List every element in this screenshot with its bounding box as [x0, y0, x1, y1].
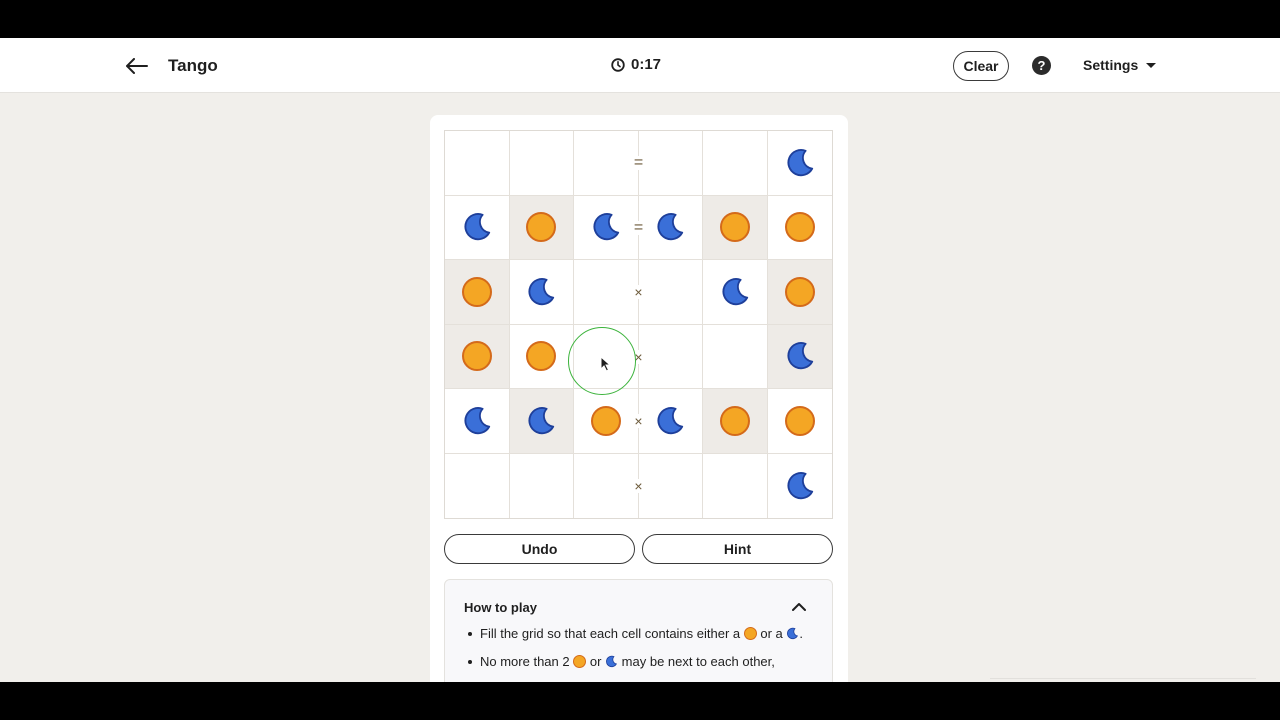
settings-menu[interactable]: Settings	[1083, 57, 1157, 73]
equal-constraint: =	[631, 154, 646, 171]
hint-button[interactable]: Hint	[642, 534, 833, 564]
divider	[990, 678, 1256, 679]
sun-icon	[461, 341, 492, 372]
board-cell[interactable]	[703, 389, 768, 454]
board-cell[interactable]	[638, 195, 703, 260]
undo-button[interactable]: Undo	[444, 534, 635, 564]
board-cell[interactable]	[509, 260, 574, 325]
board-cell[interactable]	[703, 260, 768, 325]
clock-icon	[611, 57, 625, 72]
timer-value: 0:17	[631, 56, 662, 73]
opposite-constraint: ×	[631, 349, 646, 365]
board-cell[interactable]	[638, 260, 703, 325]
rule-text: may be next to each other,	[621, 654, 775, 669]
arrow-left-icon	[126, 58, 148, 74]
game-controls: Undo Hint	[444, 534, 833, 564]
moon-icon	[785, 148, 815, 178]
moon-icon	[720, 277, 750, 307]
board-cell[interactable]	[638, 324, 703, 389]
moon-icon	[462, 406, 492, 436]
board-cell[interactable]	[574, 453, 639, 518]
sun-icon	[573, 655, 587, 668]
help-icon[interactable]: ?	[1032, 56, 1051, 75]
moon-icon	[606, 655, 618, 668]
rule-text: Fill the grid so that each cell contains…	[480, 626, 741, 641]
back-button[interactable]	[122, 52, 152, 80]
board-cell[interactable]	[767, 324, 832, 389]
game-title: Tango	[168, 56, 218, 75]
sun-icon	[461, 276, 492, 307]
board-cell[interactable]	[703, 324, 768, 389]
board-cell[interactable]	[638, 131, 703, 196]
board-cell[interactable]	[445, 389, 510, 454]
rule-item: Fill the grid so that each cell contains…	[465, 626, 810, 642]
board-cell[interactable]	[445, 324, 510, 389]
board-cell[interactable]	[767, 389, 832, 454]
board-cell[interactable]	[509, 453, 574, 518]
rule-text: No more than 2	[480, 654, 570, 669]
board-cell[interactable]	[767, 260, 832, 325]
board-cell[interactable]	[445, 195, 510, 260]
board-cell[interactable]	[574, 131, 639, 196]
sun-icon	[526, 212, 557, 243]
moon-icon	[526, 277, 556, 307]
board-cell[interactable]	[574, 324, 639, 389]
board-cell[interactable]	[445, 453, 510, 518]
board-cell[interactable]	[703, 453, 768, 518]
sun-icon	[784, 405, 815, 436]
chevron-up-icon[interactable]	[791, 599, 807, 613]
moon-icon	[462, 212, 492, 242]
sun-icon	[743, 627, 757, 640]
opposite-constraint: ×	[631, 478, 646, 494]
board-cell[interactable]	[445, 260, 510, 325]
board-cell[interactable]	[574, 195, 639, 260]
game-page: Tango 0:17 Clear ? Settings = = × × × × Undo …	[0, 38, 1280, 682]
moon-icon	[655, 212, 685, 242]
board-cell[interactable]	[574, 389, 639, 454]
board-cell[interactable]	[509, 131, 574, 196]
rule-text: or	[589, 654, 602, 669]
rule-text: or a	[760, 626, 783, 641]
board-cell[interactable]	[703, 195, 768, 260]
sun-icon	[719, 212, 750, 243]
moon-icon	[655, 406, 685, 436]
board-cell[interactable]	[445, 131, 510, 196]
equal-constraint: =	[631, 219, 646, 236]
moon-icon	[787, 627, 799, 640]
board-cell[interactable]	[509, 324, 574, 389]
sun-icon	[590, 405, 621, 436]
rules-list: Fill the grid so that each cell contains…	[465, 626, 810, 682]
board-cell[interactable]	[767, 131, 832, 196]
timer: 0:17	[611, 56, 661, 73]
moon-icon	[785, 471, 815, 501]
sun-icon	[784, 212, 815, 243]
moon-icon	[526, 406, 556, 436]
rule-text: .	[799, 626, 804, 641]
board-cell[interactable]	[703, 131, 768, 196]
sun-icon	[719, 405, 750, 436]
board-cell[interactable]	[638, 389, 703, 454]
opposite-constraint: ×	[631, 413, 646, 429]
moon-icon	[785, 341, 815, 371]
opposite-constraint: ×	[631, 284, 646, 300]
board-cell[interactable]	[509, 195, 574, 260]
top-bar: Tango 0:17 Clear ? Settings	[0, 38, 1280, 93]
board-cell[interactable]	[767, 453, 832, 518]
how-to-play-panel: How to play Fill the grid so that each c…	[444, 579, 833, 682]
caret-down-icon	[1146, 62, 1157, 68]
how-to-play-title: How to play	[464, 600, 537, 615]
sun-icon	[784, 276, 815, 307]
sun-icon	[526, 341, 557, 372]
moon-icon	[591, 212, 621, 242]
settings-label: Settings	[1083, 57, 1139, 73]
game-board	[444, 130, 833, 519]
board-cell[interactable]	[574, 260, 639, 325]
board-cell[interactable]	[638, 453, 703, 518]
board-cell[interactable]	[767, 195, 832, 260]
clear-button[interactable]: Clear	[953, 51, 1009, 81]
board-cell[interactable]	[509, 389, 574, 454]
rule-item: No more than 2 or may be next to each ot…	[465, 654, 810, 670]
